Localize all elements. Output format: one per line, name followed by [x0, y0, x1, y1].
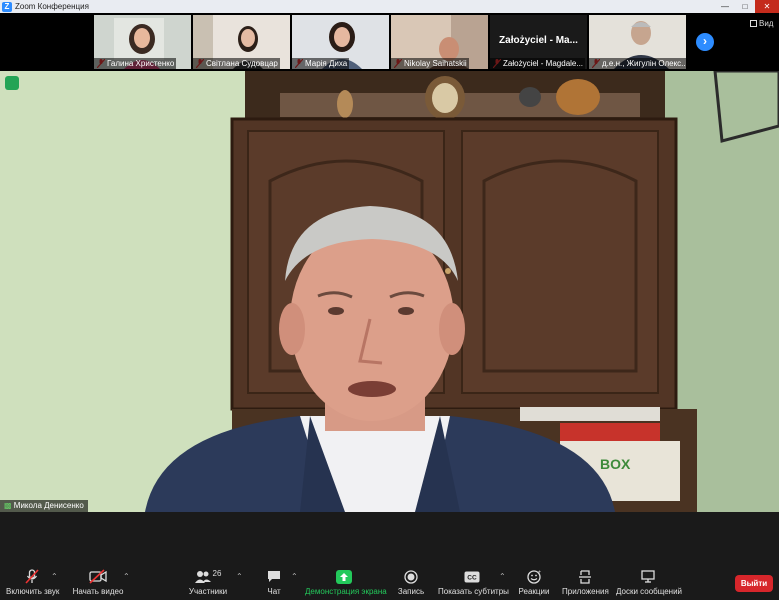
participant-name: Світлана Судовцар [193, 58, 280, 69]
participant-tile[interactable]: Галина Христенко [94, 15, 191, 69]
participant-tile[interactable]: Nikolay Saihatskii [391, 15, 488, 69]
chat-bubble-icon [268, 571, 280, 582]
record-label: Запись [397, 587, 425, 596]
zoom-logo-icon: Z [2, 1, 12, 12]
participant-name: д.е.н., Жигулін Олекс... [589, 58, 686, 69]
share-screen-button[interactable]: Демонстрация экрана [305, 569, 387, 596]
muted-microphone-icon [25, 569, 39, 584]
maximize-button[interactable]: □ [735, 0, 755, 13]
apps-label: Приложения [562, 587, 609, 596]
zoom-window: Z Zoom Конференция — □ ✕ Галина Христенк… [0, 0, 779, 600]
participants-people-icon [194, 570, 211, 583]
whiteboards-button[interactable]: Доски сообщений [616, 569, 683, 596]
title-bar: Z Zoom Конференция — □ ✕ [0, 0, 779, 13]
show-subtitles-button[interactable]: CC Показать субтитры [438, 569, 509, 596]
view-label: Вид [759, 19, 774, 28]
apps-icon [579, 569, 591, 584]
video-off-camera-icon [89, 569, 107, 584]
participant-tile[interactable]: Марія Диха [292, 15, 389, 69]
participant-name: Nikolay Saihatskii [391, 58, 469, 69]
view-button[interactable]: Вид [750, 19, 773, 28]
svg-text:CC: CC [467, 574, 477, 581]
start-video-button[interactable]: Начать видео [72, 569, 124, 596]
next-page-chevron-icon[interactable]: › [696, 33, 714, 51]
closed-captions-icon: CC [464, 571, 480, 582]
start-video-label: Начать видео [72, 587, 124, 596]
unmute-label: Включить звук [6, 587, 60, 596]
participants-button[interactable]: 26 Участники [186, 569, 230, 596]
whiteboard-icon [641, 570, 655, 583]
reactions-button[interactable]: + Реакции [518, 569, 550, 597]
chat-options-chevron-icon[interactable]: ⌃ [291, 572, 298, 581]
grid-view-icon [750, 20, 757, 28]
participant-tile[interactable]: Założyciel - Ma... Założyciel - Magdale.… [490, 15, 587, 69]
meeting-toolbar: Включить звук ⌃ Начать видео ⌃ 26 Участн… [0, 512, 779, 600]
video-options-chevron-icon[interactable]: ⌃ [123, 572, 130, 581]
speaker-name: Микола Денисенко [13, 501, 84, 510]
participant-display-name: Założyciel - Ma... [499, 35, 578, 46]
participants-options-chevron-icon[interactable]: ⌃ [236, 572, 243, 581]
participant-name: Марія Диха [292, 58, 350, 69]
speaker-name-label: ▩ Микола Денисенко [0, 500, 88, 512]
record-button[interactable]: Запись [396, 569, 426, 596]
subtitles-options-chevron-icon[interactable]: ⌃ [499, 572, 506, 581]
speaker-video-frame: BOX [0, 71, 779, 512]
signal-bars-icon: ▩ [4, 501, 12, 510]
audio-options-chevron-icon[interactable]: ⌃ [51, 572, 58, 581]
participants-label: Участники [188, 587, 228, 596]
share-screen-label: Демонстрация экрана [305, 587, 387, 596]
minimize-button[interactable]: — [715, 0, 735, 13]
close-button[interactable]: ✕ [755, 0, 779, 13]
svg-text:BOX: BOX [600, 456, 631, 472]
leave-button[interactable]: Выйти [735, 575, 773, 592]
record-icon [404, 569, 418, 584]
reactions-label: Реакции [518, 587, 550, 596]
active-speaker-video: BOX ▩ Микола Денисенко [0, 71, 779, 512]
encryption-shield-icon[interactable] [5, 76, 19, 90]
svg-text:+: + [538, 570, 541, 576]
participant-name: Галина Христенко [94, 58, 177, 69]
chat-button[interactable]: Чат [262, 569, 286, 596]
reactions-smiley-icon: + [527, 570, 541, 584]
participant-tile[interactable]: Світлана Судовцар [193, 15, 290, 69]
participants-count: 26 [212, 569, 222, 578]
window-controls: — □ ✕ [715, 0, 779, 13]
participant-name: Założyciel - Magdale... [490, 58, 586, 69]
gallery-strip: Галина Христенко Світлана Судовцар Марія… [0, 13, 779, 71]
apps-button[interactable]: Приложения [562, 569, 609, 596]
show-subtitles-label: Показать субтитры [438, 587, 509, 596]
participant-tile[interactable]: д.е.н., Жигулін Олекс... [589, 15, 686, 69]
whiteboards-label: Доски сообщений [616, 587, 683, 596]
chat-label: Чат [267, 587, 281, 596]
share-screen-arrow-icon [336, 569, 352, 584]
window-title: Zoom Конференция [15, 2, 89, 11]
